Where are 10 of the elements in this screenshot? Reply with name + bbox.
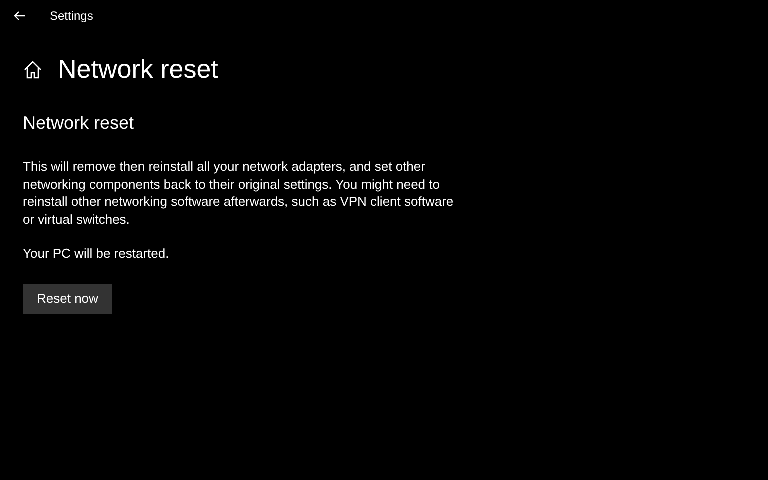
back-icon bbox=[14, 11, 26, 21]
window-title: Settings bbox=[50, 9, 94, 23]
back-button[interactable] bbox=[14, 11, 26, 21]
description-text: This will remove then reinstall all your network adapters, and set other networking components back to their original settings. You might need to reinstall other networking software afterwards, such as VPN client software or virtual switches. bbox=[23, 158, 455, 229]
home-icon bbox=[24, 60, 42, 78]
section-heading: Network reset bbox=[23, 113, 136, 134]
reset-now-button[interactable]: Reset now bbox=[23, 284, 112, 314]
restart-note: Your PC will be restarted. bbox=[23, 244, 170, 263]
page-title: Network reset bbox=[58, 54, 218, 85]
home-button[interactable] bbox=[24, 60, 42, 78]
